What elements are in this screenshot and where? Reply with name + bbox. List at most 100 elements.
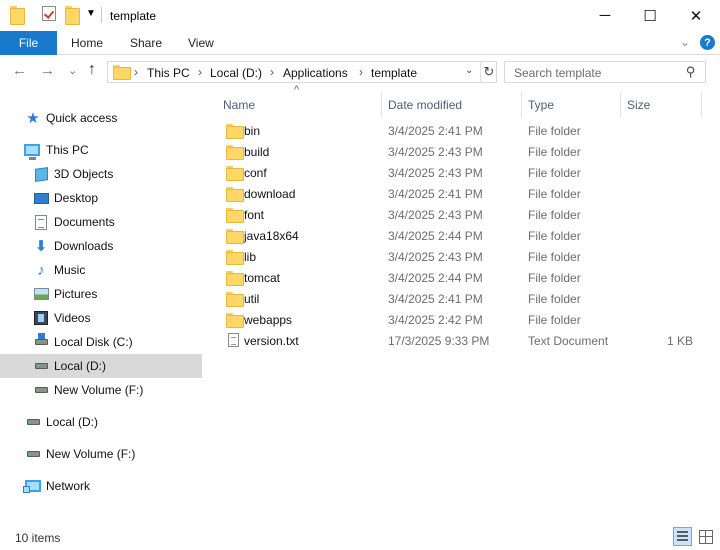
file-date: 3/4/2025 2:43 PM xyxy=(388,145,483,159)
folder-icon xyxy=(226,208,244,223)
file-row[interactable]: util 3/4/2025 2:41 PM File folder xyxy=(213,289,703,310)
file-row[interactable]: java18x64 3/4/2025 2:44 PM File folder xyxy=(213,226,703,247)
title-separator xyxy=(101,7,102,23)
nav-item-music[interactable]: ♪ Music xyxy=(0,258,202,282)
search-box[interactable]: Search template ⚲ xyxy=(504,61,706,83)
address-bar[interactable]: › This PC › Local (D:) › Applications › … xyxy=(107,61,497,83)
file-row[interactable]: build 3/4/2025 2:43 PM File folder xyxy=(213,142,703,163)
details-view-button[interactable] xyxy=(673,527,692,546)
nav-item-local-d[interactable]: Local (D:) xyxy=(0,354,202,378)
address-dropdown-icon[interactable]: ⌄ xyxy=(465,65,473,76)
folder-icon xyxy=(226,292,244,307)
breadcrumb-template[interactable]: template xyxy=(371,66,417,80)
text-file-icon xyxy=(228,333,239,347)
folder-icon xyxy=(226,145,244,160)
file-type: File folder xyxy=(528,271,581,285)
nav-item-documents[interactable]: Documents xyxy=(0,210,202,234)
column-divider[interactable] xyxy=(381,92,382,118)
maximize-button[interactable]: ☐ xyxy=(627,0,673,31)
nav-item-label: Local (D:) xyxy=(46,415,99,429)
file-date: 3/4/2025 2:41 PM xyxy=(388,187,483,201)
sort-ascending-icon: ^ xyxy=(294,84,300,96)
folder-icon xyxy=(226,271,244,286)
file-date: 3/4/2025 2:43 PM xyxy=(388,250,483,264)
column-header-name[interactable]: Name xyxy=(223,94,255,116)
nav-item-label: Network xyxy=(46,479,91,493)
file-row[interactable]: download 3/4/2025 2:41 PM File folder xyxy=(213,184,703,205)
file-row[interactable]: webapps 3/4/2025 2:42 PM File folder xyxy=(213,310,703,331)
breadcrumb-separator: › xyxy=(270,65,274,79)
tab-file[interactable]: File xyxy=(0,31,57,55)
drive-icon xyxy=(25,414,41,430)
large-icons-view-button[interactable] xyxy=(696,527,715,546)
item-count: 10 items xyxy=(15,531,61,545)
nav-item-pictures[interactable]: Pictures xyxy=(0,282,202,306)
file-type: Text Document xyxy=(528,334,609,348)
nav-item-label: Local (D:) xyxy=(54,359,107,373)
close-button[interactable]: ✕ xyxy=(673,0,719,31)
tab-view[interactable]: View xyxy=(188,36,214,50)
column-divider[interactable] xyxy=(620,92,621,118)
properties-icon[interactable] xyxy=(42,6,56,21)
file-row[interactable]: bin 3/4/2025 2:41 PM File folder xyxy=(213,121,703,142)
nav-item-quick-access[interactable]: ★ Quick access xyxy=(0,106,202,130)
tab-share[interactable]: Share xyxy=(130,36,162,50)
breadcrumb-local-d[interactable]: Local (D:) xyxy=(210,66,262,80)
nav-item-label: Videos xyxy=(54,311,91,325)
nav-item-label: New Volume (F:) xyxy=(46,447,136,461)
breadcrumb-applications[interactable]: Applications xyxy=(283,66,348,80)
recent-locations-button[interactable]: ⌄ xyxy=(68,64,77,77)
nav-item-network[interactable]: Network xyxy=(0,474,202,498)
help-icon[interactable]: ? xyxy=(700,35,715,50)
breadcrumb-separator: › xyxy=(198,65,202,79)
nav-item-label: Documents xyxy=(54,215,115,229)
breadcrumb-this-pc[interactable]: This PC xyxy=(147,66,190,80)
up-button[interactable]: ↑ xyxy=(88,61,96,79)
nav-item-new-volume-f-root[interactable]: New Volume (F:) xyxy=(0,442,202,466)
customize-toolbar-icon[interactable]: ▼ xyxy=(86,8,96,19)
new-folder-icon[interactable] xyxy=(65,6,80,25)
file-row[interactable]: conf 3/4/2025 2:43 PM File folder xyxy=(213,163,703,184)
search-input[interactable]: Search template xyxy=(514,66,601,80)
file-row[interactable]: lib 3/4/2025 2:43 PM File folder xyxy=(213,247,703,268)
tab-home[interactable]: Home xyxy=(71,36,103,50)
system-drive-icon xyxy=(33,333,49,350)
nav-item-this-pc[interactable]: This PC xyxy=(0,138,202,162)
file-type: File folder xyxy=(528,208,581,222)
breadcrumb-separator: › xyxy=(134,65,138,79)
nav-item-new-volume-f[interactable]: New Volume (F:) xyxy=(0,378,202,402)
nav-item-3d-objects[interactable]: 3D Objects xyxy=(0,162,202,186)
column-divider[interactable] xyxy=(701,92,702,118)
column-header-size[interactable]: Size xyxy=(627,94,650,116)
file-name: lib xyxy=(244,250,257,264)
back-button[interactable]: ← xyxy=(12,62,27,79)
navigation-pane: ★ Quick access This PC 3D Objects Deskto… xyxy=(0,94,205,514)
ribbon: File Home Share View ⌄ ? xyxy=(0,31,720,55)
nav-item-desktop[interactable]: Desktop xyxy=(0,186,202,210)
file-type: File folder xyxy=(528,187,581,201)
file-type: File folder xyxy=(528,124,581,138)
file-row[interactable]: version.txt 17/3/2025 9:33 PM Text Docum… xyxy=(213,331,703,352)
file-date: 3/4/2025 2:43 PM xyxy=(388,166,483,180)
window-title: template xyxy=(110,9,157,23)
chevron-down-icon[interactable]: ⌄ xyxy=(680,35,690,49)
forward-button[interactable]: → xyxy=(40,62,55,79)
file-row[interactable]: font 3/4/2025 2:43 PM File folder xyxy=(213,205,703,226)
nav-item-downloads[interactable]: ⬇ Downloads xyxy=(0,234,202,258)
nav-item-local-disk-c[interactable]: Local Disk (C:) xyxy=(0,330,202,354)
file-name: conf xyxy=(244,166,267,180)
column-divider[interactable] xyxy=(521,92,522,118)
file-type: File folder xyxy=(528,292,581,306)
file-name: version.txt xyxy=(244,334,299,348)
column-header-date-modified[interactable]: Date modified xyxy=(388,94,462,116)
nav-item-local-d-root[interactable]: Local (D:) xyxy=(0,410,202,434)
folder-icon xyxy=(10,6,25,25)
minimize-button[interactable]: ─ xyxy=(582,0,628,31)
folder-icon xyxy=(226,229,244,244)
refresh-icon[interactable]: ↻ xyxy=(480,62,497,82)
file-name: webapps xyxy=(244,313,293,327)
nav-item-videos[interactable]: Videos xyxy=(0,306,202,330)
file-row[interactable]: tomcat 3/4/2025 2:44 PM File folder xyxy=(213,268,703,289)
file-name: download xyxy=(244,187,296,201)
column-header-type[interactable]: Type xyxy=(528,94,554,116)
